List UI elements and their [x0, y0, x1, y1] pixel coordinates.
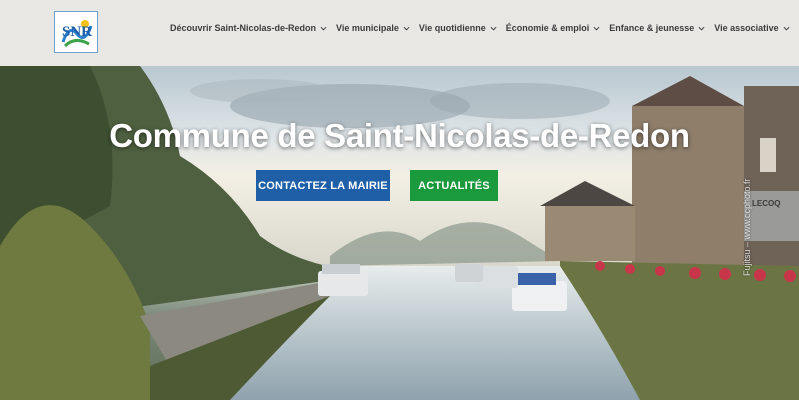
- nav-item-label: Enfance & jeunesse: [609, 23, 695, 33]
- nav-item-label: Vie quotidienne: [418, 23, 486, 33]
- nav-item-label: Vie municipale: [336, 23, 399, 33]
- chevron-down-icon: [698, 26, 705, 31]
- nav-item-decouvrir[interactable]: Découvrir Saint-Nicolas-de-Redon: [170, 23, 327, 33]
- nav-item-enfance-jeunesse[interactable]: Enfance & jeunesse: [609, 23, 705, 33]
- chevron-down-icon: [783, 26, 790, 31]
- site-logo[interactable]: SNR: [54, 11, 98, 53]
- chevron-down-icon: [490, 26, 497, 31]
- nav-item-vie-municipale[interactable]: Vie municipale: [336, 23, 410, 33]
- chevron-down-icon: [593, 26, 600, 31]
- hero-title: Commune de Saint-Nicolas-de-Redon: [109, 117, 690, 154]
- nav-item-label: Économie & emploi: [505, 23, 590, 33]
- main-nav: Découvrir Saint-Nicolas-de-Redon Vie mun…: [170, 0, 799, 56]
- nav-item-economie-emploi[interactable]: Économie & emploi: [506, 23, 601, 33]
- actualites-button[interactable]: ACTUALITÉS: [410, 170, 498, 201]
- contact-mairie-button[interactable]: CONTACTEZ LA MAIRIE: [256, 170, 390, 201]
- logo-letters: SNR: [62, 24, 92, 40]
- chevron-down-icon: [320, 26, 327, 31]
- nav-item-label: Découvrir Saint-Nicolas-de-Redon: [170, 23, 317, 33]
- site-header: SNR Découvrir Saint-Nicolas-de-Redon Vie…: [0, 0, 799, 66]
- hero-banner: LECOQ Commune de Saint-Nicolas-de-Redon …: [0, 66, 799, 400]
- nav-item-vie-associative[interactable]: Vie associative: [714, 23, 790, 33]
- nav-item-label: Vie associative: [714, 23, 779, 33]
- photo-credit: Fujitsu – www.ccphoto.fr: [742, 178, 752, 276]
- logo-graphic: SNR: [55, 12, 97, 52]
- nav-item-vie-quotidienne[interactable]: Vie quotidienne: [419, 23, 497, 33]
- building-sign: LECOQ: [752, 199, 780, 208]
- chevron-down-icon: [403, 26, 410, 31]
